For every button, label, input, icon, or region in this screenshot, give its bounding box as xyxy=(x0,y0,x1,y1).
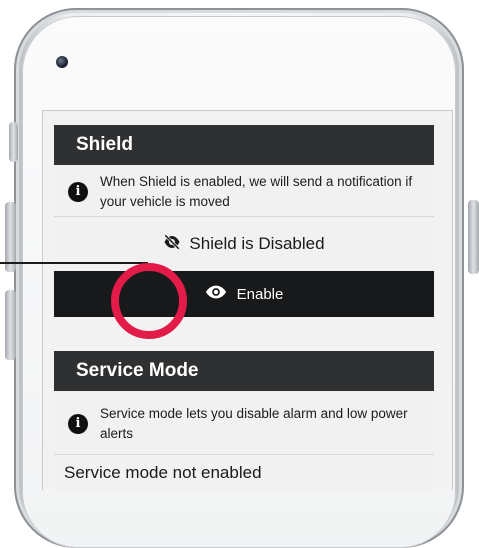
shield-status-text: Shield is Disabled xyxy=(189,234,325,253)
info-icon: i xyxy=(68,413,88,434)
shield-info-text: When Shield is enabled, we will send a n… xyxy=(100,173,413,209)
callout-line xyxy=(0,262,148,264)
front-camera xyxy=(56,56,68,68)
service-mode-info-row: i Service mode lets you disable alarm an… xyxy=(54,391,434,455)
service-mode-card: Service Mode i Service mode lets you dis… xyxy=(54,351,434,490)
service-mode-status-text: Service mode not enabled xyxy=(64,463,262,482)
callout-highlight-ring xyxy=(111,263,187,339)
shield-card-title: Shield xyxy=(54,125,434,165)
shield-card: Shield i When Shield is enabled, we will… xyxy=(54,125,434,317)
eye-icon xyxy=(205,284,227,304)
enable-button-label: Enable xyxy=(236,285,284,303)
phone-side-button-right xyxy=(468,200,479,274)
phone-side-button-left-bottom xyxy=(5,290,16,360)
service-mode-card-title: Service Mode xyxy=(54,351,434,391)
info-icon: i xyxy=(68,181,88,202)
phone-side-button-left-top xyxy=(9,122,18,162)
app-screen: Shield i When Shield is enabled, we will… xyxy=(42,110,453,490)
shield-info-row: i When Shield is enabled, we will send a… xyxy=(54,165,434,217)
service-mode-info-text: Service mode lets you disable alarm and … xyxy=(100,405,408,441)
eye-off-icon xyxy=(163,233,181,255)
